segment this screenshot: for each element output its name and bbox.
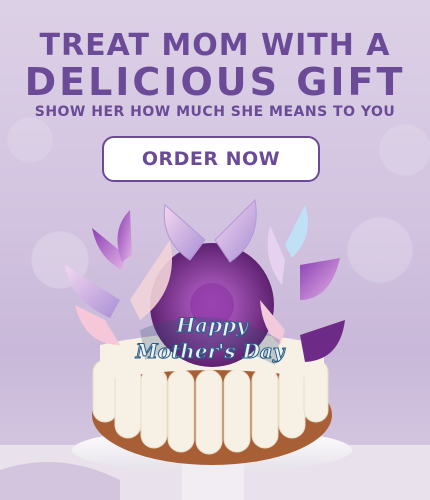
bundt-cake-illustration: Happy Mother's Day bbox=[0, 198, 430, 500]
topper-text-mothers-day: Mother's Day bbox=[135, 339, 286, 363]
promo-banner: TREAT MOM WITH A DELICIOUS GIFT SHOW HER… bbox=[0, 0, 430, 500]
topper-text-happy: Happy bbox=[175, 313, 249, 337]
